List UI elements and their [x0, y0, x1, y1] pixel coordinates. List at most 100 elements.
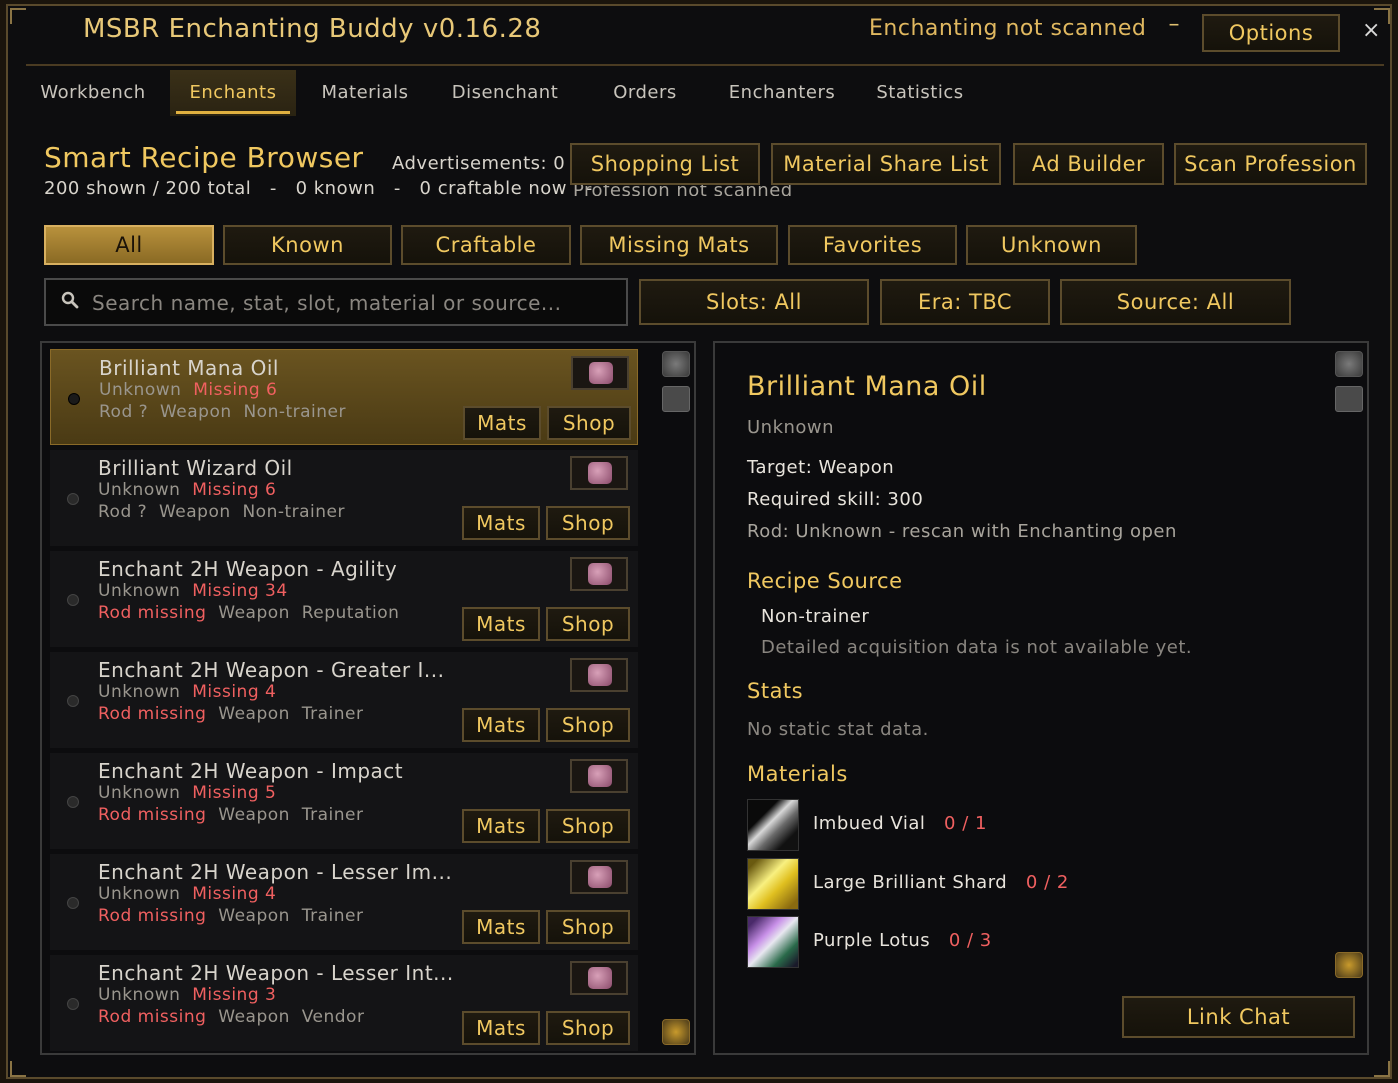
favorite-button[interactable] [570, 658, 628, 692]
mats-button[interactable]: Mats [462, 607, 540, 641]
material-count: 0 / 3 [948, 930, 992, 951]
link-chat-button[interactable]: Link Chat [1122, 996, 1355, 1038]
filter-known[interactable]: Known [223, 225, 392, 265]
recipe-name: Enchant 2H Weapon - Agility [98, 557, 398, 581]
favorite-button[interactable] [570, 456, 628, 490]
favorite-button[interactable] [570, 860, 628, 894]
recipe-row[interactable]: Enchant 2H Weapon - Greater I... Unknown… [50, 652, 638, 748]
scan-profession-button[interactable]: Scan Profession [1174, 143, 1367, 185]
filter-craftable[interactable]: Craftable [401, 225, 571, 265]
material-name: Imbued Vial [813, 813, 926, 834]
recipe-meta-line: Rod missing Weapon Trainer [98, 704, 363, 724]
detail-target: Target: Weapon [747, 457, 895, 478]
materials-heading: Materials [747, 762, 848, 786]
recipe-rod: Rod missing [98, 906, 207, 926]
slots-dropdown[interactable]: Slots: All [639, 279, 869, 325]
shop-button[interactable]: Shop [546, 506, 630, 540]
recipe-source-value: Non-trainer [761, 606, 870, 627]
recipe-slot: Weapon [218, 1007, 290, 1027]
recipe-rod: Rod ? [98, 502, 148, 522]
recipe-list: Brilliant Mana Oil Unknown Missing 6 Rod… [40, 341, 696, 1055]
favorite-button[interactable] [571, 356, 629, 390]
recipe-row[interactable]: Brilliant Wizard Oil Unknown Missing 6 R… [50, 450, 638, 546]
tab-enchanters[interactable]: Enchanters [720, 70, 844, 116]
shop-button[interactable]: Shop [546, 809, 630, 843]
shop-button[interactable]: Shop [546, 1011, 630, 1045]
tab-enchants[interactable]: Enchants [170, 70, 296, 116]
recipe-status: Unknown [98, 480, 181, 500]
status-dot [68, 393, 80, 405]
recipe-row-selected[interactable]: Brilliant Mana Oil Unknown Missing 6 Rod… [50, 349, 638, 445]
scrollbar-thumb[interactable] [662, 386, 690, 412]
tab-materials[interactable]: Materials [302, 70, 428, 116]
mats-button[interactable]: Mats [462, 910, 540, 944]
options-button[interactable]: Options [1202, 14, 1340, 52]
filter-missing-mats[interactable]: Missing Mats [580, 225, 778, 265]
shop-button[interactable]: Shop [546, 708, 630, 742]
shop-button[interactable]: Shop [546, 910, 630, 944]
favorite-button[interactable] [570, 759, 628, 793]
recipe-rod: Rod missing [98, 1007, 207, 1027]
filter-unknown[interactable]: Unknown [966, 225, 1137, 265]
recipe-missing: Missing 34 [192, 581, 288, 601]
mats-button[interactable]: Mats [462, 809, 540, 843]
mats-button[interactable]: Mats [462, 1011, 540, 1045]
search-input[interactable] [90, 288, 614, 318]
scroll-up-icon[interactable] [662, 351, 690, 377]
recipe-rod: Rod missing [98, 704, 207, 724]
recipe-status-line: Unknown Missing 4 [98, 682, 276, 702]
recipe-row[interactable]: Enchant 2H Weapon - Impact Unknown Missi… [50, 753, 638, 849]
favorite-button[interactable] [570, 961, 628, 995]
tab-orders[interactable]: Orders [592, 70, 698, 116]
stats-heading: Stats [747, 679, 804, 703]
filter-favorites[interactable]: Favorites [788, 225, 957, 265]
shop-button[interactable]: Shop [547, 406, 631, 440]
recipe-missing: Missing 4 [192, 682, 277, 702]
recipe-status: Unknown [98, 682, 181, 702]
recipe-row[interactable]: Enchant 2H Weapon - Lesser Int... Unknow… [50, 955, 638, 1051]
recipe-rod: Rod missing [98, 603, 207, 623]
recipe-source: Reputation [301, 603, 400, 623]
search-icon [61, 291, 79, 309]
recipe-status: Unknown [99, 380, 182, 400]
recipe-status: Unknown [98, 985, 181, 1005]
stats-note: No static stat data. [747, 719, 929, 740]
heart-icon [588, 866, 612, 888]
tab-disenchant[interactable]: Disenchant [440, 70, 570, 116]
mats-button[interactable]: Mats [463, 406, 541, 440]
material-label: Large Brilliant Shard 0 / 2 [813, 872, 1069, 893]
minimize-button[interactable]: – [1162, 12, 1186, 42]
mats-button[interactable]: Mats [462, 506, 540, 540]
recipe-slot: Weapon [159, 402, 232, 422]
close-button[interactable]: × [1362, 18, 1380, 43]
material-share-list-button[interactable]: Material Share List [771, 143, 1001, 185]
recipe-name: Brilliant Mana Oil [99, 356, 279, 380]
recipe-source: Non-trainer [242, 502, 345, 522]
scroll-down-icon[interactable] [1335, 952, 1363, 978]
status-dot [67, 695, 79, 707]
large-brilliant-shard-icon [747, 858, 799, 910]
recipe-meta-line: Rod ? Weapon Non-trainer [99, 402, 346, 422]
recipe-row[interactable]: Enchant 2H Weapon - Lesser Im... Unknown… [50, 854, 638, 950]
era-dropdown[interactable]: Era: TBC [880, 279, 1050, 325]
ad-builder-button[interactable]: Ad Builder [1013, 143, 1164, 185]
recipe-meta-line: Rod missing Weapon Reputation [98, 603, 399, 623]
shop-button[interactable]: Shop [546, 607, 630, 641]
recipe-source: Vendor [301, 1007, 365, 1027]
scroll-up-icon[interactable] [1335, 351, 1363, 377]
recipe-row[interactable]: Enchant 2H Weapon - Agility Unknown Miss… [50, 551, 638, 647]
material-row: Imbued Vial 0 / 1 [747, 799, 1247, 853]
recipe-summary: 200 shown / 200 total - 0 known - 0 craf… [44, 178, 593, 199]
source-dropdown[interactable]: Source: All [1060, 279, 1291, 325]
recipe-missing: Missing 6 [193, 380, 278, 400]
tab-statistics[interactable]: Statistics [866, 70, 974, 116]
mats-button[interactable]: Mats [462, 708, 540, 742]
scrollbar-thumb[interactable] [1335, 386, 1363, 412]
recipe-status-line: Unknown Missing 6 [99, 380, 277, 400]
scroll-down-icon[interactable] [662, 1019, 690, 1045]
shopping-list-button[interactable]: Shopping List [570, 143, 760, 185]
tab-workbench[interactable]: Workbench [20, 70, 166, 116]
filter-all[interactable]: All [44, 225, 214, 265]
favorite-button[interactable] [570, 557, 628, 591]
recipe-meta-line: Rod missing Weapon Trainer [98, 906, 363, 926]
